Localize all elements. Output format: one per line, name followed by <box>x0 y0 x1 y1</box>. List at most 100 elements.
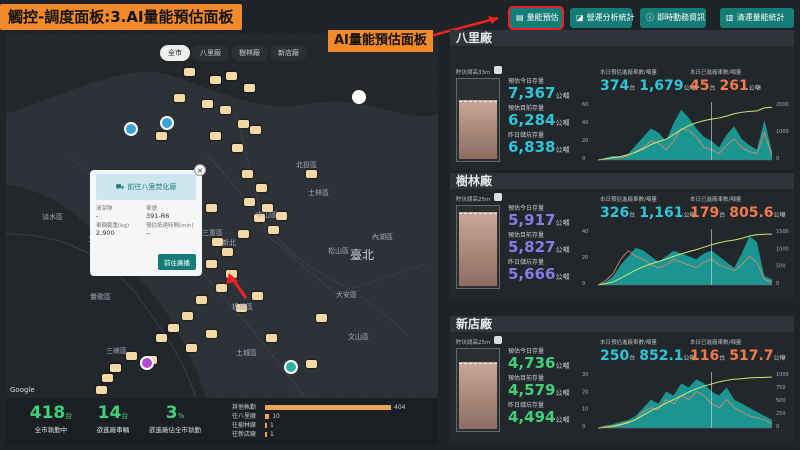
tank-fill <box>459 361 497 429</box>
kpi-left-label: 本日預估進廠車數/噸量 <box>600 340 657 346</box>
y-right-tick: 500 <box>776 264 786 270</box>
kpi-value: 326 <box>600 205 630 221</box>
storage-stat-value: 5,917 <box>508 211 556 229</box>
kpi-right: 179台 805.6公噸 <box>690 205 786 221</box>
kpi-left-label: 本日預估進廠車數/噸量 <box>600 197 657 203</box>
kpi-unit: 台 <box>719 212 726 219</box>
tank-capacity-line <box>459 100 497 102</box>
tank-icon <box>494 193 502 201</box>
storage-stat-unit: 公噸 <box>555 146 570 154</box>
y-right-tick: 1500 <box>776 229 789 235</box>
bottom-legend-bar <box>265 432 267 437</box>
factory-panel: 樹林廠 貯坑總高25m 預估今日存量 5,917公噸 預估目前存量 5,827公噸 昨日儲坑… <box>450 173 794 301</box>
summary-stat: 3% 欲進廠佔全市執勤 <box>142 403 208 434</box>
y-left-tick: 20 <box>582 255 588 261</box>
summary-stat: 418台 全市執勤中 <box>18 403 84 434</box>
bottom-legend: 其他執勤 404 往八里廠 10 往樹林廠 1 往新店廠 1 <box>232 403 432 439</box>
storage-stat-value: 4,494 <box>508 408 556 426</box>
bottom-legend-row: 往八里廠 10 <box>232 412 432 421</box>
y-left-tick: 0 <box>582 281 585 287</box>
kpi-value: 45 <box>690 78 710 94</box>
storage-stat-value-row: 4,736公噸 <box>508 355 569 374</box>
summary-stat-unit: 台 <box>65 412 73 420</box>
bottom-legend-value: 1 <box>270 431 274 438</box>
storage-stat: 昨日儲坑存量 6,838公噸 <box>508 130 569 158</box>
y-right-tick: 500 <box>776 398 786 404</box>
inbound-chart: 30 20 10 0 1000 750 500 250 0 <box>582 372 789 430</box>
storage-stat-value: 7,367 <box>508 84 556 102</box>
storage-stat: 預估今日存量 4,736公噸 <box>508 346 569 374</box>
y-right-tick: 1000 <box>776 129 789 135</box>
storage-stat-value-row: 5,827公噸 <box>508 239 569 258</box>
y-left-tick: 30 <box>582 372 588 378</box>
storage-stat-unit: 公噸 <box>555 362 570 370</box>
summary-stat-label: 欲進廠車輛 <box>96 426 130 434</box>
y-left-tick: 40 <box>582 229 588 235</box>
kpi-right-label: 本日已進廠車數/噸量 <box>690 340 742 346</box>
tank-capacity-line <box>459 362 497 364</box>
y-right-tick: 1000 <box>776 246 789 252</box>
bottom-legend-value: 404 <box>394 404 406 411</box>
summary-stat-unit: 台 <box>121 412 129 420</box>
kpi-right: 116台 517.7公噸 <box>690 348 786 364</box>
y-left-tick: 0 <box>582 424 585 430</box>
factory-panel-title: 八里廠 <box>450 30 794 46</box>
storage-stat: 預估今日存量 5,917公噸 <box>508 203 569 231</box>
kpi-unit: 台 <box>629 85 636 92</box>
kpi-value: 374 <box>600 78 630 94</box>
kpi-unit: 台 <box>719 355 726 362</box>
y-right-tick: 0 <box>776 424 779 430</box>
storage-stat: 預估目前存量 6,284公噸 <box>508 103 569 131</box>
kpi-value: 250 <box>600 348 630 364</box>
storage-tank <box>456 205 500 289</box>
bottom-legend-value: 10 <box>272 413 280 420</box>
inbound-chart: 40 20 0 1500 1000 500 0 <box>582 229 789 287</box>
y-right-tick: 250 <box>776 411 786 417</box>
bottom-legend-label: 其他執勤 <box>232 404 257 411</box>
tank-capacity-line <box>459 213 497 215</box>
factory-panel: 新店廠 貯坑總高25m 預估今日存量 4,736公噸 預估目前存量 4,579公噸 昨日儲坑… <box>450 316 794 444</box>
storage-stat-unit: 公噸 <box>555 219 570 227</box>
tank-fill <box>459 212 497 286</box>
storage-stat: 預估今日存量 7,367公噸 <box>508 76 569 104</box>
storage-stat: 昨日儲坑存量 5,666公噸 <box>508 257 569 285</box>
bottom-legend-row: 往樹林廠 1 <box>232 421 432 430</box>
series-estimated-inbound <box>598 379 772 428</box>
y-left-tick: 10 <box>582 407 588 413</box>
storage-stat: 預估目前存量 5,827公噸 <box>508 230 569 258</box>
bottom-legend-label: 往新店廠 <box>232 431 257 438</box>
kpi-value: 261 <box>719 78 749 94</box>
bottom-legend-bar <box>265 423 267 428</box>
storage-stat-unit: 公噸 <box>555 246 570 254</box>
storage-tank <box>456 348 500 432</box>
storage-stat-value-row: 4,494公噸 <box>508 409 569 428</box>
storage-stat-unit: 公噸 <box>555 273 570 281</box>
y-right-tick: 2000 <box>776 102 789 108</box>
kpi-left: 250台 852.1公噸 <box>600 348 696 364</box>
summary-stat-value-row: 3% <box>142 403 208 423</box>
bottom-legend-bar <box>265 405 391 410</box>
tank-icon <box>494 336 502 344</box>
tank-icon <box>494 66 502 74</box>
tank-label: 貯坑總高25m <box>456 340 491 346</box>
kpi-unit: 台 <box>629 355 636 362</box>
storage-stat-value: 5,666 <box>508 265 556 283</box>
storage-stat-value: 6,838 <box>508 138 556 156</box>
summary-stat-value-row: 418台 <box>18 403 84 423</box>
storage-stat: 預估目前存量 4,579公噸 <box>508 373 569 401</box>
summary-stat-value: 14 <box>97 403 122 423</box>
kpi-right-label: 本日已進廠車數/噸量 <box>690 197 742 203</box>
storage-stat: 昨日儲坑存量 4,494公噸 <box>508 400 569 428</box>
storage-stat-unit: 公噸 <box>555 389 570 397</box>
y-left-tick: 20 <box>582 138 588 144</box>
bottom-legend-value: 1 <box>270 422 274 429</box>
kpi-value: 116 <box>690 348 720 364</box>
storage-stat-value: 6,284 <box>508 111 556 129</box>
y-right-tick: 1000 <box>776 372 789 378</box>
kpi-right: 45台 261公噸 <box>690 78 761 94</box>
kpi-unit: 公噸 <box>773 355 786 362</box>
kpi-value: 852.1 <box>639 348 684 364</box>
inbound-chart: 60 40 20 0 2000 1000 0 <box>582 102 789 162</box>
kpi-unit: 台 <box>629 212 636 219</box>
storage-stat-value: 4,579 <box>508 381 556 399</box>
